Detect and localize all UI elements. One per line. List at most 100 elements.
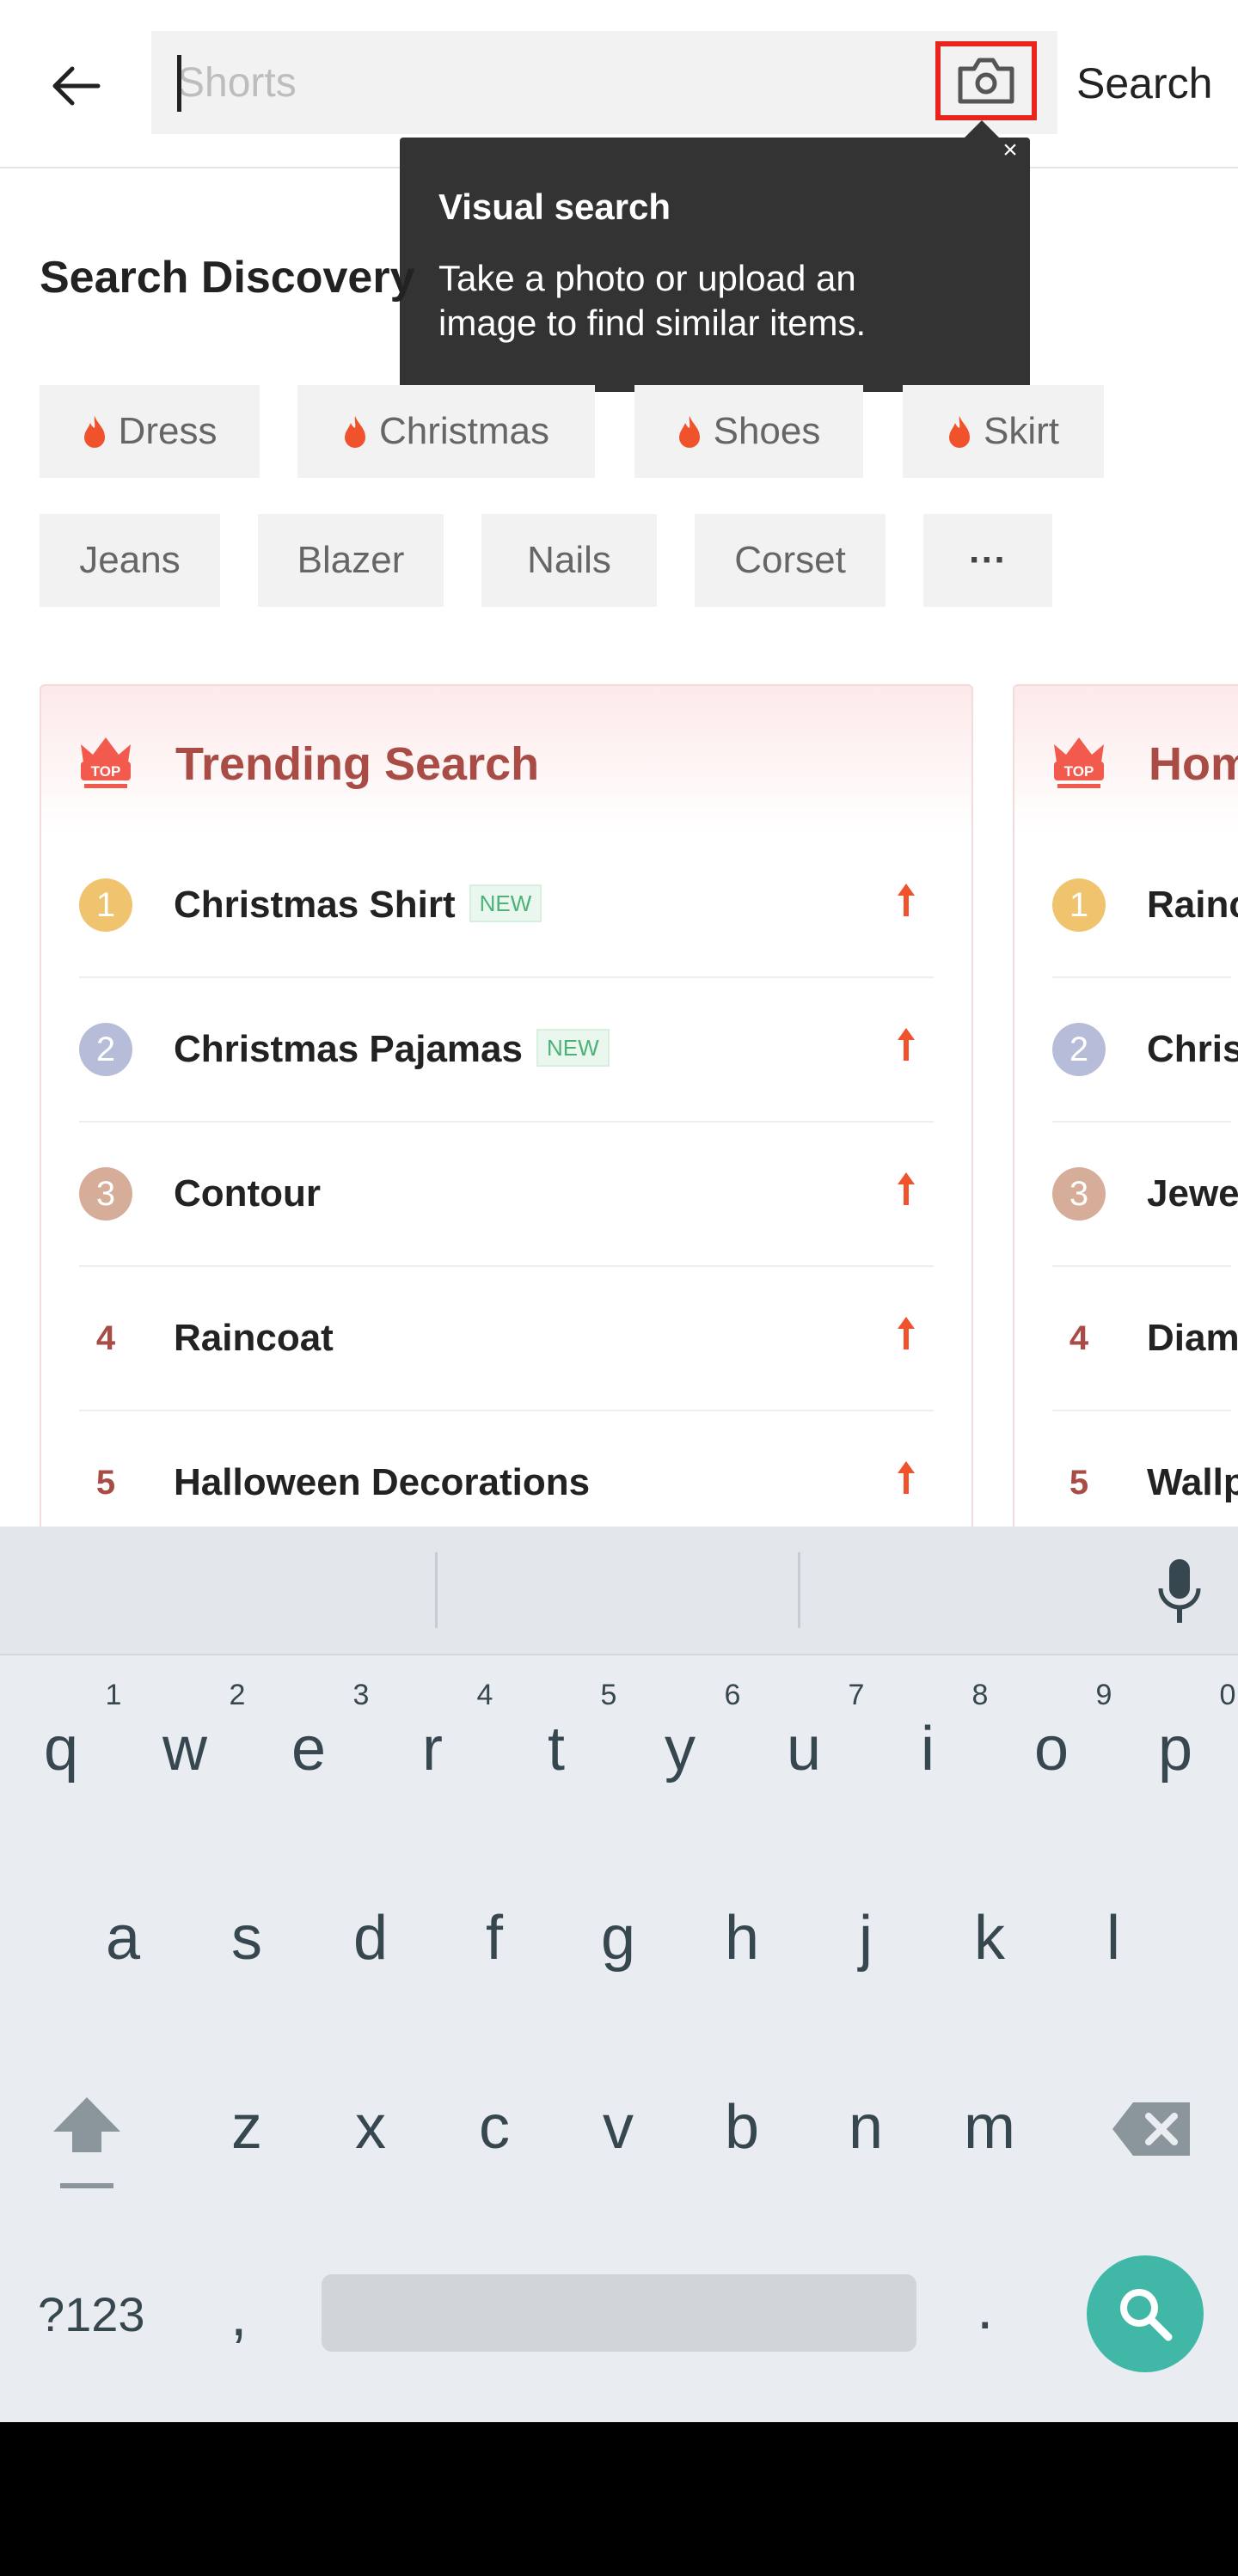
key-hint: 7 bbox=[848, 1679, 865, 1711]
new-badge: NEW bbox=[469, 884, 542, 923]
rank-badge: 3 bbox=[79, 1167, 132, 1221]
tooltip-body: Take a photo or upload an image to find … bbox=[438, 258, 867, 343]
top-crown-icon: TOP bbox=[76, 731, 136, 795]
trend-up-icon bbox=[898, 1317, 915, 1349]
period-key[interactable]: . bbox=[977, 2269, 993, 2347]
key-hint: 2 bbox=[229, 1679, 246, 1711]
trending-row[interactable]: 3 Jewe bbox=[1014, 1123, 1238, 1267]
trend-up-icon bbox=[898, 1028, 915, 1061]
chip-label: Nails bbox=[527, 539, 611, 581]
chip-label: Shoes bbox=[713, 410, 821, 452]
chip-skirt[interactable]: Skirt bbox=[903, 385, 1104, 478]
chip-christmas[interactable]: Christmas bbox=[297, 385, 595, 478]
chip-label: Jeans bbox=[79, 539, 181, 581]
chip-corset[interactable]: Corset bbox=[695, 514, 886, 607]
key-p[interactable]: p bbox=[1128, 1710, 1223, 1788]
top-crown-icon: TOP bbox=[1049, 731, 1109, 795]
trending-item-label: Contour bbox=[174, 1172, 322, 1215]
trending-item-label: Christ bbox=[1147, 1028, 1238, 1070]
trending-item-label: Christmas Shirt NEW bbox=[174, 878, 542, 932]
comma-key[interactable]: , bbox=[230, 2276, 247, 2353]
chip-label: Skirt bbox=[984, 410, 1059, 452]
system-navigation-bar bbox=[0, 2422, 1238, 2576]
key-r[interactable]: r bbox=[385, 1710, 480, 1788]
second-search-card[interactable]: TOP Hom 1 Rainc 2 Christ 3 Jewe 4 Diamo … bbox=[1013, 684, 1238, 1544]
second-card-title: Hom bbox=[1149, 738, 1238, 790]
symbols-key[interactable]: ?123 bbox=[38, 2276, 145, 2353]
trending-row[interactable]: 5 Wallp bbox=[1014, 1411, 1238, 1542]
divider bbox=[798, 1552, 800, 1628]
trending-row[interactable]: 1 Rainc bbox=[1014, 834, 1238, 978]
svg-text:TOP: TOP bbox=[91, 763, 121, 780]
key-k[interactable]: k bbox=[942, 1900, 1037, 1977]
flame-icon bbox=[949, 416, 970, 448]
key-v[interactable]: v bbox=[571, 2089, 665, 2166]
space-key[interactable] bbox=[322, 2274, 916, 2352]
key-j[interactable]: j bbox=[818, 1900, 913, 1977]
key-hint: 1 bbox=[105, 1679, 122, 1711]
trending-row[interactable]: 4 Diamo bbox=[1014, 1267, 1238, 1411]
key-n[interactable]: n bbox=[818, 2089, 913, 2166]
search-button[interactable]: Search bbox=[1076, 53, 1212, 113]
tooltip-pointer bbox=[963, 120, 1001, 139]
tooltip-close-button[interactable]: × bbox=[997, 138, 1023, 163]
key-s[interactable]: s bbox=[199, 1900, 294, 1977]
search-placeholder: Shorts bbox=[177, 60, 297, 106]
key-y[interactable]: y bbox=[633, 1710, 727, 1788]
trending-row[interactable]: 5 Halloween Decorations bbox=[41, 1411, 971, 1542]
search-discovery-title: Search Discovery bbox=[40, 253, 415, 303]
key-l[interactable]: l bbox=[1066, 1900, 1161, 1977]
trending-row[interactable]: 2 Christ bbox=[1014, 978, 1238, 1123]
key-z[interactable]: z bbox=[199, 2089, 294, 2166]
key-a[interactable]: a bbox=[76, 1900, 170, 1977]
rank-number: 5 bbox=[1069, 1464, 1089, 1502]
trending-search-title: Trending Search bbox=[175, 738, 540, 790]
trending-row[interactable]: 2 Christmas Pajamas NEW bbox=[41, 978, 971, 1123]
rank-number: 5 bbox=[95, 1464, 116, 1502]
divider bbox=[435, 1552, 438, 1628]
camera-icon bbox=[958, 58, 1014, 104]
key-m[interactable]: m bbox=[942, 2089, 1037, 2166]
trending-item-label: Raincoat bbox=[174, 1317, 334, 1359]
microphone-icon[interactable] bbox=[1152, 1556, 1207, 1628]
chip-shoes[interactable]: Shoes bbox=[634, 385, 863, 478]
backspace-key[interactable] bbox=[1109, 2099, 1195, 2159]
key-u[interactable]: u bbox=[757, 1710, 851, 1788]
key-hint: 0 bbox=[1219, 1679, 1236, 1711]
key-hint: 8 bbox=[971, 1679, 989, 1711]
trend-up-icon bbox=[898, 1172, 915, 1205]
key-b[interactable]: b bbox=[695, 2089, 789, 2166]
key-d[interactable]: d bbox=[323, 1900, 418, 1977]
svg-text:TOP: TOP bbox=[1064, 763, 1094, 780]
rank-badge: 2 bbox=[79, 1023, 132, 1076]
new-badge: NEW bbox=[536, 1029, 610, 1068]
key-w[interactable]: w bbox=[138, 1710, 232, 1788]
shift-icon bbox=[53, 2097, 120, 2188]
visual-search-button[interactable] bbox=[935, 41, 1037, 120]
key-q[interactable]: q bbox=[14, 1710, 108, 1788]
key-c[interactable]: c bbox=[447, 2089, 542, 2166]
rank-number: 4 bbox=[1069, 1319, 1089, 1357]
key-e[interactable]: e bbox=[261, 1710, 356, 1788]
search-icon bbox=[1120, 2289, 1173, 2341]
trending-row[interactable]: 3 Contour bbox=[41, 1123, 971, 1267]
chip-jeans[interactable]: Jeans bbox=[40, 514, 220, 607]
chip-dress[interactable]: Dress bbox=[40, 385, 260, 478]
chip-nails[interactable]: Nails bbox=[481, 514, 657, 607]
trending-row[interactable]: 1 Christmas Shirt NEW bbox=[41, 834, 971, 978]
search-enter-key[interactable] bbox=[1087, 2255, 1204, 2372]
trending-row[interactable]: 4 Raincoat bbox=[41, 1267, 971, 1411]
key-t[interactable]: t bbox=[509, 1710, 604, 1788]
key-g[interactable]: g bbox=[571, 1900, 665, 1977]
chip-blazer[interactable]: Blazer bbox=[258, 514, 444, 607]
key-i[interactable]: i bbox=[880, 1710, 975, 1788]
key-o[interactable]: o bbox=[1004, 1710, 1099, 1788]
key-x[interactable]: x bbox=[323, 2089, 418, 2166]
more-chips-button[interactable]: ··· bbox=[923, 514, 1052, 607]
backspace-icon bbox=[1112, 2102, 1190, 2156]
trending-search-card: TOP Trending Search 1 Christmas Shirt NEW… bbox=[40, 684, 973, 1544]
key-f[interactable]: f bbox=[447, 1900, 542, 1977]
key-h[interactable]: h bbox=[695, 1900, 789, 1977]
back-button[interactable] bbox=[40, 50, 112, 122]
shift-key[interactable] bbox=[48, 2090, 126, 2194]
